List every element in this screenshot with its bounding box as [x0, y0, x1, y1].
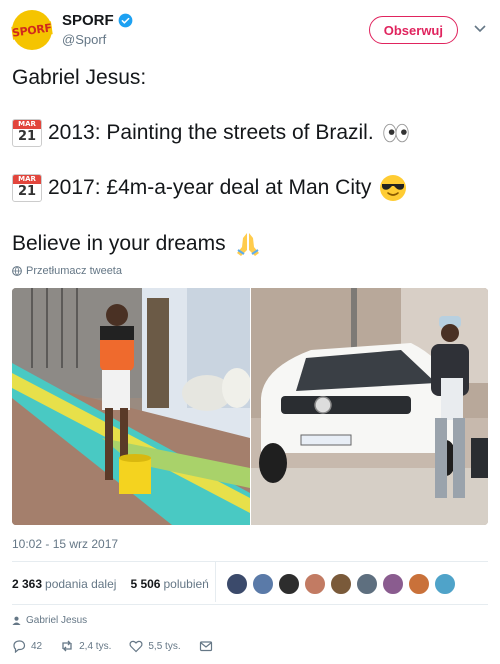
likes-stat[interactable]: 5 506 polubień [130, 577, 208, 591]
translate-link[interactable]: Przetłumacz tweeta [12, 265, 122, 277]
calendar-month: MAR [13, 120, 41, 129]
tweet-line-4-text: Believe in your dreams [12, 232, 226, 255]
likes-count[interactable]: 5 506 [130, 577, 160, 591]
calendar-day: 21 [17, 184, 37, 199]
tweet-line-2: MAR 21 2013: Painting the streets of Bra… [12, 119, 410, 147]
tweet-context[interactable]: Gabriel Jesus [12, 615, 87, 626]
divider [12, 604, 488, 605]
liker-avatar[interactable] [330, 573, 352, 595]
handle[interactable]: @Sporf [62, 32, 133, 47]
liker-avatar[interactable] [252, 573, 274, 595]
retweet-button[interactable]: 2,4 tys. [60, 639, 111, 653]
reply-icon [13, 640, 26, 653]
eyes-emoji [383, 123, 409, 143]
globe-icon [12, 266, 22, 276]
tweet-line-3: MAR 21 2017: £4m-a-year deal at Man City [12, 174, 407, 202]
liker-avatars [226, 573, 460, 595]
tweet-stats: 2 363 podania dalej 5 506 polubień [12, 562, 488, 602]
tweet-line-4: Believe in your dreams [12, 230, 262, 258]
tweet-line-3-text: 2017: £4m-a-year deal at Man City [48, 176, 372, 199]
liker-avatar[interactable] [304, 573, 326, 595]
photo-man-city-car[interactable] [251, 288, 488, 525]
person-icon [12, 616, 21, 625]
direct-message-button[interactable] [199, 639, 213, 653]
tweet-media[interactable] [12, 288, 488, 525]
envelope-icon [199, 641, 212, 652]
praying-hands-emoji [236, 233, 259, 256]
retweet-icon [62, 640, 72, 652]
stats-separator [215, 562, 216, 602]
likes-label[interactable]: polubień [163, 577, 208, 591]
calendar-icon: MAR 21 [12, 119, 42, 147]
divider [12, 561, 488, 562]
translate-label[interactable]: Przetłumacz tweeta [26, 265, 122, 277]
liker-avatar[interactable] [408, 573, 430, 595]
photo-man-city-car-image [251, 288, 488, 525]
photo-painting-streets[interactable] [12, 288, 250, 525]
tweet-line-1: Gabriel Jesus: [12, 64, 146, 92]
like-count[interactable]: 5,5 tys. [148, 641, 180, 652]
retweets-count[interactable]: 2 363 [12, 577, 42, 591]
like-button[interactable]: 5,5 tys. [129, 639, 181, 653]
liker-avatar[interactable] [226, 573, 248, 595]
liker-avatar[interactable] [434, 573, 456, 595]
calendar-month: MAR [13, 175, 41, 184]
display-name-text[interactable]: SPORF [62, 12, 114, 29]
liker-avatar[interactable] [356, 573, 378, 595]
retweets-stat[interactable]: 2 363 podania dalej [12, 577, 116, 591]
tweet-line-2-text: 2013: Painting the streets of Brazil. [48, 121, 374, 144]
liker-avatar[interactable] [382, 573, 404, 595]
context-label[interactable]: Gabriel Jesus [26, 615, 87, 626]
retweet-count[interactable]: 2,4 tys. [79, 641, 111, 652]
tweet-line-1-text: Gabriel Jesus: [12, 66, 147, 89]
reply-button[interactable]: 42 [12, 639, 42, 653]
tweet-timestamp[interactable]: 10:02 - 15 wrz 2017 [12, 537, 118, 551]
heart-icon [129, 640, 143, 653]
author-block[interactable]: SPORF @Sporf [62, 12, 133, 47]
calendar-day: 21 [17, 129, 37, 144]
tweet-actions: 42 2,4 tys. 5,5 tys. [12, 639, 231, 653]
verified-icon [118, 13, 133, 28]
follow-button[interactable]: Obserwuj [368, 16, 458, 44]
sunglasses-emoji [380, 175, 407, 201]
chevron-down-icon[interactable] [474, 24, 486, 34]
photo-painting-streets-image [12, 288, 250, 525]
tweet-header: SPORF SPORF @Sporf Obserwuj [11, 10, 488, 54]
reply-count[interactable]: 42 [31, 641, 42, 652]
calendar-icon: MAR 21 [12, 174, 42, 202]
liker-avatar[interactable] [278, 573, 300, 595]
display-name[interactable]: SPORF [62, 12, 133, 29]
retweets-label[interactable]: podania dalej [45, 577, 116, 591]
avatar[interactable]: SPORF [11, 10, 53, 50]
